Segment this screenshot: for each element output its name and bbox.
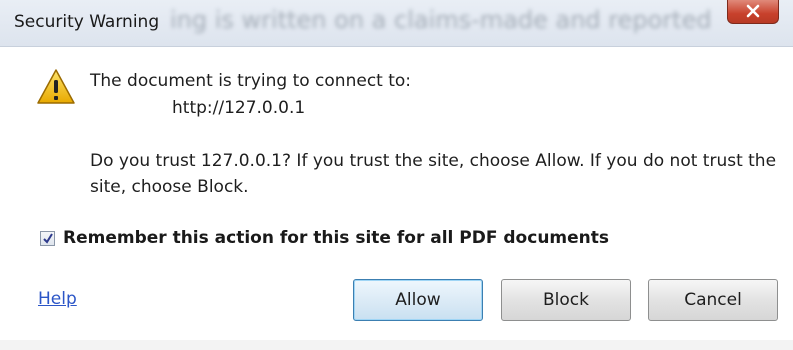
background-document-text: ing is written on a claims-made and repo… — [170, 6, 712, 34]
title-bar: ing is written on a claims-made and repo… — [0, 0, 793, 47]
remember-label: Remember this action for this site for a… — [63, 228, 610, 248]
target-url: http://127.0.0.1 — [172, 98, 306, 118]
check-icon — [43, 232, 53, 244]
close-icon — [746, 4, 760, 18]
connection-message: The document is trying to connect to: — [90, 71, 412, 91]
remember-option[interactable]: Remember this action for this site for a… — [40, 227, 609, 249]
remember-checkbox[interactable] — [40, 230, 55, 246]
help-link[interactable]: Help — [38, 289, 77, 309]
block-button[interactable]: Block — [501, 279, 631, 321]
cancel-button[interactable]: Cancel — [648, 279, 778, 321]
warning-icon — [37, 69, 75, 104]
dialog-title: Security Warning — [14, 12, 160, 32]
allow-button[interactable]: Allow — [353, 279, 483, 321]
close-button[interactable] — [727, 0, 779, 24]
trust-question: Do you trust 127.0.0.1? If you trust the… — [90, 151, 777, 197]
security-warning-dialog: ing is written on a claims-made and repo… — [0, 0, 793, 350]
dialog-bottom-edge — [0, 340, 793, 350]
